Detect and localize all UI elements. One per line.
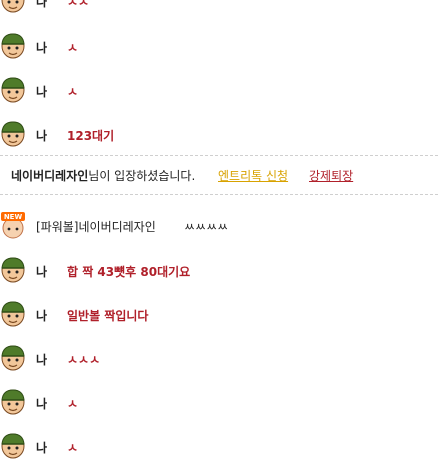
chat-row: 나 ㅅㅅ	[0, 0, 438, 30]
chat-message: ㅆㅆㅆㅆ	[184, 220, 229, 234]
chat-row: 나 ㅅ	[0, 388, 438, 432]
soldier-avatar-icon	[0, 76, 26, 104]
chat-name: 나	[36, 397, 48, 411]
chat-name: 나	[36, 129, 48, 143]
entry-talk-link[interactable]: 엔트리톡 신청	[218, 167, 288, 184]
chat-message: 일반볼 짝입니다	[67, 309, 149, 323]
chat-message: ㅅ	[67, 441, 79, 455]
chat-sender: [파워볼]네이버디레자인	[36, 220, 156, 234]
chat-name: 나	[36, 309, 48, 323]
soldier-avatar-icon	[0, 300, 26, 328]
chat-message: 합 짝 43뻇후 80대기요	[67, 265, 191, 279]
chat-row: 나 ㅅ	[0, 76, 438, 120]
chat-row: 나 ㅅ	[0, 32, 438, 76]
chat-message: ㅅ	[67, 397, 79, 411]
chat-name: 나	[36, 0, 48, 9]
soldier-avatar-icon	[0, 120, 26, 148]
soldier-avatar-icon	[0, 0, 26, 14]
new-badge-avatar-icon	[0, 211, 26, 239]
chat-message: ㅅ	[67, 85, 79, 99]
chat-row: [파워볼]네이버디레자인 ㅆㅆㅆㅆ	[0, 211, 438, 255]
chat-name: 나	[36, 85, 48, 99]
chat-row: 나 합 짝 43뻇후 80대기요	[0, 256, 438, 300]
chat-name: 나	[36, 41, 48, 55]
soldier-avatar-icon	[0, 344, 26, 372]
chat-row: 나 일반볼 짝입니다	[0, 300, 438, 344]
soldier-avatar-icon	[0, 388, 26, 416]
chat-message: ㅅ	[67, 41, 79, 55]
soldier-avatar-icon	[0, 256, 26, 284]
chat-name: 나	[36, 441, 48, 455]
chat-row: 나 ㅅㅅㅅ	[0, 344, 438, 388]
soldier-avatar-icon	[0, 432, 26, 460]
chat-row: 나 ㅅ	[0, 432, 438, 460]
kick-link[interactable]: 강제퇴장	[309, 167, 353, 184]
chat-message: ㅅㅅㅅ	[67, 353, 101, 367]
notice-user: 네이버디레자인	[11, 169, 89, 183]
soldier-avatar-icon	[0, 32, 26, 60]
notice-text: 님이 입장하셨습니다.	[88, 169, 196, 183]
entry-notice: 네이버디레자인님이 입장하셨습니다. 엔트리톡 신청 강제퇴장	[0, 155, 438, 195]
chat-name: 나	[36, 265, 48, 279]
chat-name: 나	[36, 353, 48, 367]
chat-message: 123대기	[67, 129, 115, 143]
chat-message: ㅅㅅ	[67, 0, 90, 9]
